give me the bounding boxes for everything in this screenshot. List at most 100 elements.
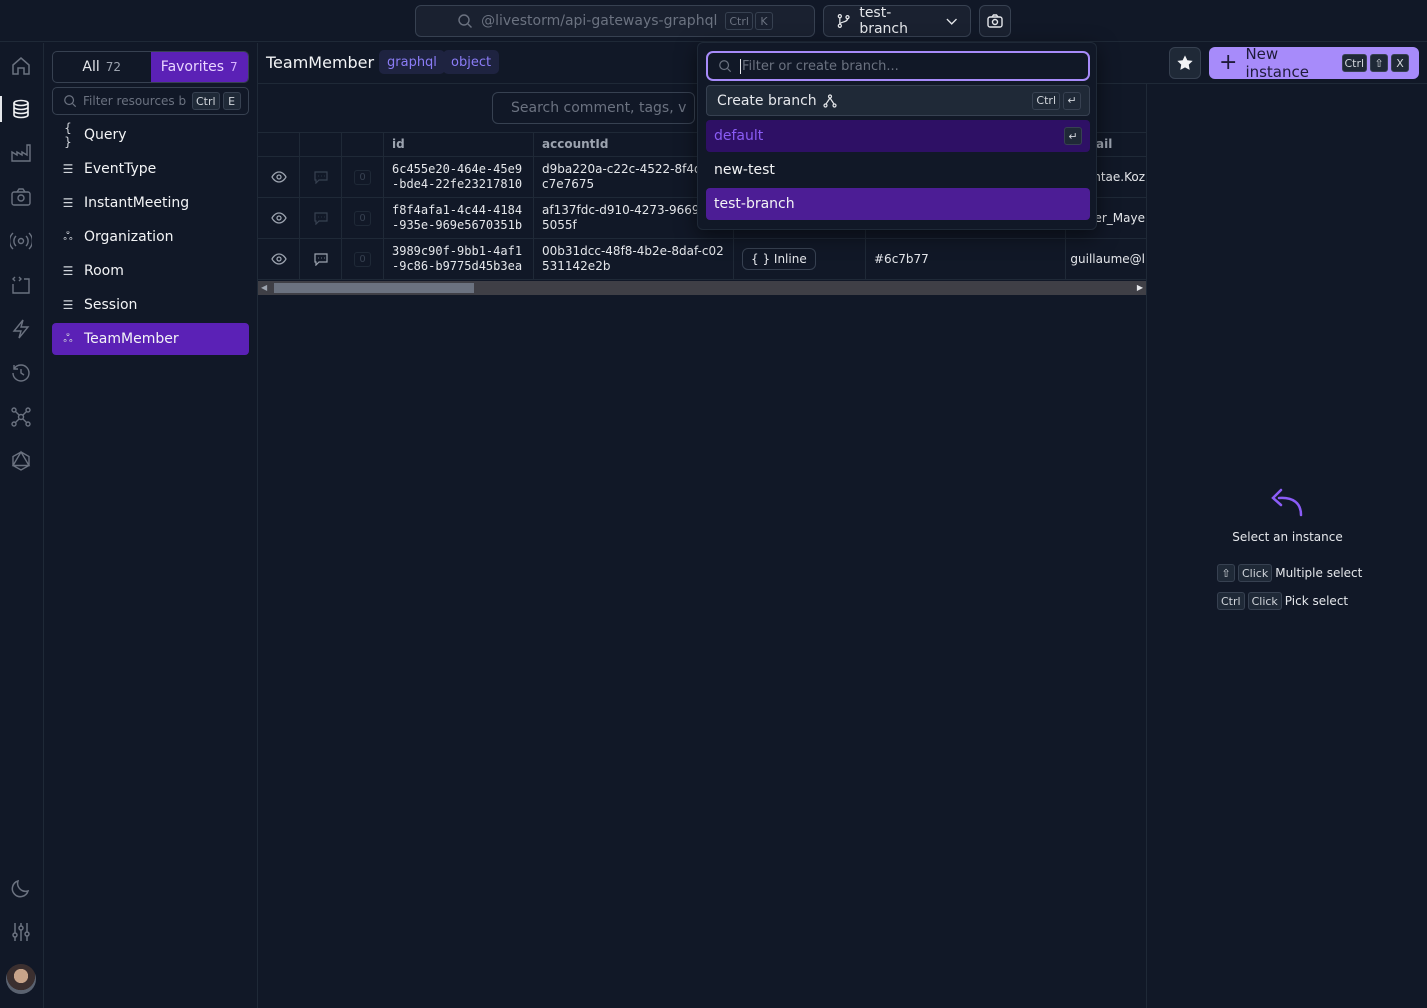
camera-icon[interactable] — [10, 186, 32, 208]
cell-email[interactable]: guillaume@l — [1066, 239, 1146, 279]
kbd-ctrl: Ctrl — [725, 12, 753, 30]
scroll-right-icon[interactable]: ▶ — [1137, 283, 1143, 292]
hint-multiple-select: ⇧ Click Multiple select — [1217, 564, 1362, 582]
kbd-ctrl: Ctrl — [1032, 91, 1060, 110]
history-icon[interactable] — [10, 362, 32, 384]
branch-option-test-branch[interactable]: test-branch — [706, 188, 1090, 220]
branch-merge-icon — [823, 93, 837, 108]
nav-rail — [0, 43, 44, 1008]
project-name: @livestorm/api-gateways-graphql — [481, 13, 718, 29]
table-search-input[interactable]: Search comment, tags, v — [492, 92, 695, 124]
hint-label: Pick select — [1284, 594, 1349, 608]
tab-favorites[interactable]: Favorites 7 — [150, 52, 248, 82]
resource-item-query[interactable]: { } Query — [52, 119, 249, 151]
comment-button[interactable] — [300, 198, 342, 238]
braces-icon: { } — [64, 121, 72, 149]
view-button[interactable] — [258, 198, 300, 238]
search-icon — [719, 60, 732, 73]
tab-all[interactable]: All 72 — [53, 52, 151, 82]
top-bar: @livestorm/api-gateways-graphql Ctrl K t… — [0, 0, 1427, 42]
column-id[interactable]: id — [384, 132, 534, 156]
lock-count[interactable]: 0 — [342, 157, 384, 197]
lightning-icon[interactable] — [10, 318, 32, 340]
comment-button[interactable] — [300, 157, 342, 197]
sliders-icon[interactable] — [10, 921, 32, 943]
home-icon[interactable] — [10, 55, 32, 77]
database-icon[interactable] — [10, 98, 32, 120]
cell-color[interactable]: #6c7b77 — [866, 239, 1066, 279]
active-indicator — [0, 96, 2, 122]
tab-count: 7 — [230, 60, 238, 74]
resource-label: Query — [84, 127, 127, 143]
cell-accountid[interactable]: 00b31dcc-48f8-4b2e-8daf-c02531142e2b — [534, 239, 734, 279]
table-row[interactable]: 0 3989c90f-9bb1-4af1-9c86-b9775d45b3ea 0… — [258, 239, 1146, 280]
branch-filter-input[interactable]: Filter or create branch... — [706, 51, 1090, 81]
kbd-k: K — [754, 12, 773, 30]
resource-filter-input[interactable]: Filter resources by Ctrl E — [52, 87, 249, 115]
avatar[interactable] — [6, 964, 36, 994]
tag-object[interactable]: object — [443, 50, 500, 74]
tab-label: Favorites — [160, 59, 225, 75]
horizontal-scrollbar[interactable]: ◀ ▶ — [258, 281, 1146, 295]
database-icon: ☰ — [62, 196, 74, 210]
empty-state-title: Select an instance — [1232, 530, 1343, 544]
comment-button[interactable] — [300, 239, 342, 279]
scrollbar-thumb[interactable] — [274, 283, 474, 293]
lock-value: 0 — [354, 251, 371, 267]
inline-button[interactable]: { } Inline — [742, 248, 816, 270]
graph-icon[interactable] — [10, 406, 32, 428]
branch-filter-placeholder: Filter or create branch... — [740, 58, 899, 74]
kbd-e: E — [222, 92, 241, 110]
cell-id[interactable]: 6c455e20-464e-45e9-bde4-22fe23217810 — [384, 157, 534, 197]
branch-dropdown: Filter or create branch... Create branch… — [697, 42, 1097, 230]
kbd-enter: ↵ — [1064, 127, 1082, 145]
branch-option-default[interactable]: default ↵ — [706, 120, 1090, 152]
factory-icon[interactable] — [10, 142, 32, 164]
new-instance-label: New instance — [1245, 45, 1309, 81]
eye-icon — [270, 171, 287, 183]
resource-item-session[interactable]: ☰ Session — [52, 289, 249, 321]
favorite-button[interactable] — [1169, 47, 1201, 79]
kbd-shift: ⇧ — [1217, 564, 1235, 582]
scroll-left-icon[interactable]: ◀ — [261, 283, 267, 292]
resource-label: Organization — [84, 229, 174, 245]
search-icon — [458, 14, 473, 28]
resource-panel: All 72 Favorites 7 Filter resources by Ctr… — [44, 43, 258, 1008]
cell-id[interactable]: f8f4afa1-4c44-4184-935e-969e5670351b — [384, 198, 534, 238]
resource-item-organization[interactable]: ஃ Organization — [52, 221, 249, 253]
tag-graphql[interactable]: graphql — [379, 50, 445, 74]
code-file-icon[interactable] — [10, 274, 32, 296]
new-instance-button[interactable]: + New instance Ctrl ⇧ X — [1209, 45, 1419, 81]
branch-option-new-test[interactable]: new-test — [706, 154, 1090, 186]
kbd-click: Click — [1247, 592, 1282, 610]
resource-label: InstantMeeting — [84, 195, 190, 211]
create-branch-button[interactable]: Create branch Ctrl ↵ — [706, 85, 1090, 116]
eye-icon — [270, 253, 287, 265]
view-button[interactable] — [258, 157, 300, 197]
resource-label: EventType — [84, 161, 157, 177]
resource-item-room[interactable]: ☰ Room — [52, 255, 249, 287]
resource-item-teammember[interactable]: ஃ TeamMember — [52, 323, 249, 355]
snapshot-button[interactable] — [979, 5, 1011, 37]
lock-count[interactable]: 0 — [342, 198, 384, 238]
project-search[interactable]: @livestorm/api-gateways-graphql Ctrl K — [415, 5, 815, 37]
eye-icon — [270, 212, 287, 224]
resource-label: Session — [84, 297, 138, 313]
graphql-icon[interactable] — [10, 450, 32, 472]
branch-selector[interactable]: test-branch — [823, 5, 971, 37]
kbd-ctrl: Ctrl — [1341, 54, 1367, 72]
resource-item-eventtype[interactable]: ☰ EventType — [52, 153, 249, 185]
tab-label: All — [82, 59, 100, 75]
moon-icon[interactable] — [10, 877, 32, 899]
broadcast-icon[interactable] — [10, 230, 32, 252]
lock-count[interactable]: 0 — [342, 239, 384, 279]
resource-item-instantmeeting[interactable]: ☰ InstantMeeting — [52, 187, 249, 219]
resource-label: Room — [84, 263, 124, 279]
view-button[interactable] — [258, 239, 300, 279]
cell-inline[interactable]: { } Inline — [734, 239, 866, 279]
search-placeholder: Search comment, tags, v — [511, 100, 687, 116]
chevron-down-icon — [946, 18, 957, 25]
cell-id[interactable]: 3989c90f-9bb1-4af1-9c86-b9775d45b3ea — [384, 239, 534, 279]
kbd-shift: ⇧ — [1370, 54, 1388, 72]
users-icon: ஃ — [63, 229, 73, 243]
